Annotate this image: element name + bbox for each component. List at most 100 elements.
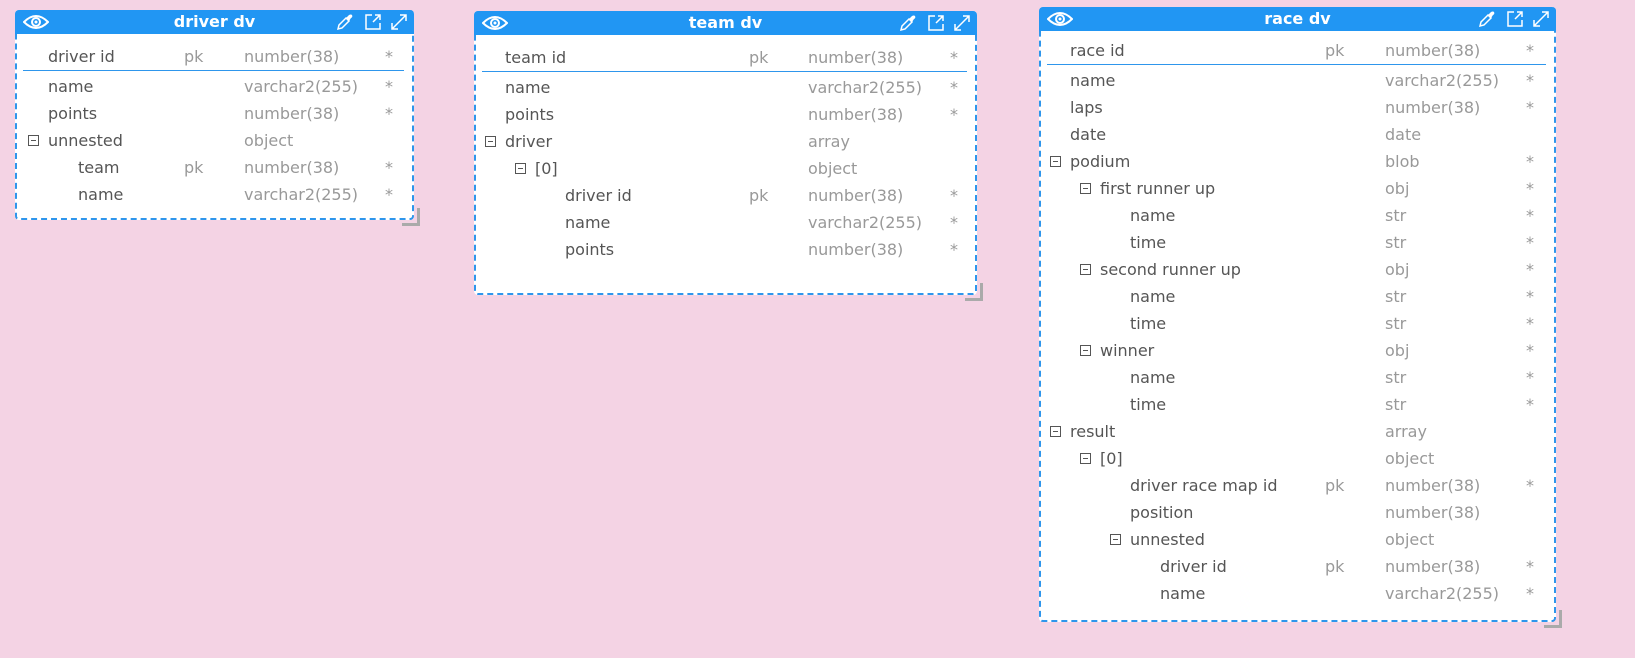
collapse-toggle-icon[interactable] [1080,264,1091,275]
column-type: number(38) [1385,557,1481,576]
collapse-toggle-icon[interactable] [1110,534,1121,545]
column-row[interactable]: [0] object [476,155,975,182]
collapse-toggle-icon[interactable] [515,163,526,174]
column-row[interactable]: name varchar2(255) * [476,74,975,101]
column-type: array [1385,422,1427,441]
column-row[interactable]: name str * [1041,202,1554,229]
table-header[interactable]: race dv [1039,7,1556,31]
column-row[interactable]: name str * [1041,283,1554,310]
resize-handle[interactable] [402,208,420,226]
collapse-toggle-icon[interactable] [485,136,496,147]
column-name: name [1130,287,1176,306]
column-name: name [1070,71,1116,90]
eyedropper-icon[interactable] [1478,10,1496,34]
column-row[interactable]: time str * [1041,229,1554,256]
eyedropper-icon[interactable] [336,13,354,37]
table-header[interactable]: team dv [474,11,977,35]
column-row[interactable]: unnested object [17,127,412,154]
collapse-toggle-icon[interactable] [1050,156,1061,167]
column-row[interactable]: laps number(38) * [1041,94,1554,121]
column-row[interactable]: date date [1041,121,1554,148]
required-marker: * [1526,314,1534,333]
column-type: varchar2(255) [1385,71,1500,90]
column-row[interactable]: driver array [476,128,975,155]
required-marker: * [950,240,958,259]
column-row[interactable]: podium blob * [1041,148,1554,175]
collapse-toggle-icon[interactable] [1080,453,1091,464]
column-row[interactable]: team id pk number(38) * [476,44,975,71]
expand-icon[interactable] [953,14,971,38]
required-marker: * [1526,557,1534,576]
column-name: winner [1100,341,1155,360]
table-driver-dv[interactable]: driver dv driver id pk number(38) * name varc… [15,10,414,220]
column-row[interactable]: result array [1041,418,1554,445]
column-row[interactable]: unnested object [1041,526,1554,553]
column-row[interactable]: [0] object [1041,445,1554,472]
column-row[interactable]: name varchar2(255) * [476,209,975,236]
column-type: number(38) [1385,503,1481,522]
open-external-icon[interactable] [364,13,382,37]
expand-icon[interactable] [390,13,408,37]
table-team-dv[interactable]: team dv team id pk number(38) * name varchar2… [474,11,977,295]
expand-icon[interactable] [1532,10,1550,34]
column-row[interactable]: first runner up obj * [1041,175,1554,202]
eyedropper-icon[interactable] [899,14,917,38]
column-type: number(38) [1385,98,1481,117]
column-name: date [1070,125,1107,144]
required-marker: * [1526,98,1534,117]
column-name: driver race map id [1130,476,1278,495]
eye-icon[interactable] [481,14,509,37]
column-row[interactable]: name varchar2(255) * [17,181,412,208]
resize-handle[interactable] [965,283,983,301]
column-type: str [1385,233,1407,252]
required-marker: * [1526,287,1534,306]
collapse-toggle-icon[interactable] [1080,183,1091,194]
column-name: unnested [1130,530,1205,549]
open-external-icon[interactable] [1506,10,1524,34]
pk-label: pk [749,48,769,67]
column-type: obj [1385,341,1410,360]
column-row[interactable]: name varchar2(255) * [1041,67,1554,94]
eye-icon[interactable] [22,13,50,36]
required-marker: * [385,185,393,204]
pk-separator [482,71,967,72]
column-name: position [1130,503,1194,522]
resize-handle[interactable] [1544,610,1562,628]
column-row[interactable]: points number(38) * [476,236,975,263]
table-header[interactable]: driver dv [15,10,414,34]
column-row[interactable]: position number(38) [1041,499,1554,526]
column-row[interactable]: driver race map id pk number(38) * [1041,472,1554,499]
column-row[interactable]: second runner up obj * [1041,256,1554,283]
column-row[interactable]: name varchar2(255) * [1041,580,1554,607]
required-marker: * [1526,179,1534,198]
table-race-dv[interactable]: race dv race id pk number(38) * name varchar2… [1039,7,1556,622]
column-row[interactable]: team pk number(38) * [17,154,412,181]
column-row[interactable]: name varchar2(255) * [17,73,412,100]
column-type: number(38) [1385,476,1481,495]
required-marker: * [385,104,393,123]
column-name: [0] [535,159,558,178]
column-name: first runner up [1100,179,1216,198]
column-type: number(38) [244,104,340,123]
column-row[interactable]: points number(38) * [17,100,412,127]
column-row[interactable]: time str * [1041,310,1554,337]
collapse-toggle-icon[interactable] [1080,345,1091,356]
column-type: number(38) [808,240,904,259]
column-row[interactable]: driver id pk number(38) * [17,43,412,70]
column-row[interactable]: time str * [1041,391,1554,418]
column-type: str [1385,368,1407,387]
collapse-toggle-icon[interactable] [1050,426,1061,437]
required-marker: * [1526,476,1534,495]
column-row[interactable]: winner obj * [1041,337,1554,364]
required-marker: * [1526,395,1534,414]
column-type: object [808,159,858,178]
column-row[interactable]: race id pk number(38) * [1041,37,1554,64]
column-row[interactable]: name str * [1041,364,1554,391]
open-external-icon[interactable] [927,14,945,38]
column-row[interactable]: points number(38) * [476,101,975,128]
collapse-toggle-icon[interactable] [28,135,39,146]
eye-icon[interactable] [1046,10,1074,33]
column-row[interactable]: driver id pk number(38) * [476,182,975,209]
column-type: date [1385,125,1422,144]
column-row[interactable]: driver id pk number(38) * [1041,553,1554,580]
